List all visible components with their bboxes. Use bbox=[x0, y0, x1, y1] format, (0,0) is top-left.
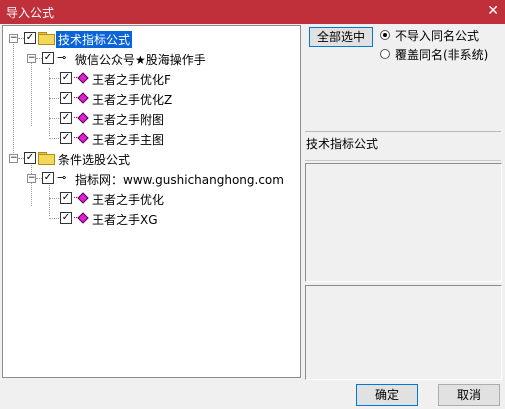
ok-button[interactable]: 确定 bbox=[356, 384, 418, 406]
node-checkbox[interactable]: ✓ bbox=[60, 112, 72, 124]
tree-leaf[interactable]: ✓ 王者之手优化F bbox=[3, 69, 300, 87]
window-title: 导入公式 bbox=[6, 6, 55, 20]
formula-icon bbox=[74, 112, 89, 124]
close-icon[interactable]: ✕ bbox=[487, 3, 499, 19]
node-checkbox[interactable]: ✓ bbox=[60, 92, 72, 104]
node-label[interactable]: 指标网：www.gushichanghong.com bbox=[75, 171, 284, 188]
node-label[interactable]: 王者之手附图 bbox=[92, 111, 164, 128]
node-checkbox[interactable]: ✓ bbox=[60, 192, 72, 204]
key-icon: ⊸ bbox=[57, 171, 67, 184]
formula-tree[interactable]: − ✓ 技术指标公式 − ✓ ⊸ 微信公众号★股海操作手 ✓ 王者之手优化F ✓… bbox=[2, 25, 301, 378]
radio-skip-duplicates[interactable] bbox=[380, 30, 390, 40]
tree-leaf[interactable]: ✓ 王者之手附图 bbox=[3, 109, 300, 127]
collapse-icon[interactable]: − bbox=[27, 54, 36, 63]
node-checkbox[interactable]: ✓ bbox=[24, 152, 36, 164]
radio-label[interactable]: 覆盖同名(非系统) bbox=[395, 46, 488, 63]
collapse-icon[interactable]: − bbox=[9, 34, 18, 43]
folder-icon bbox=[38, 32, 55, 45]
node-label[interactable]: 微信公众号★股海操作手 bbox=[75, 51, 206, 68]
section-header: 技术指标公式 bbox=[305, 131, 501, 161]
node-checkbox[interactable]: ✓ bbox=[60, 72, 72, 84]
formula-description-panel bbox=[305, 163, 502, 282]
formula-icon bbox=[74, 132, 89, 144]
formula-preview-panel bbox=[305, 285, 502, 380]
tree-connector bbox=[49, 78, 59, 79]
folder-icon bbox=[38, 152, 55, 165]
cancel-button[interactable]: 取消 bbox=[438, 384, 500, 406]
node-label[interactable]: 王者之手XG bbox=[92, 211, 158, 228]
formula-icon bbox=[74, 92, 89, 104]
node-checkbox[interactable]: ✓ bbox=[42, 52, 54, 64]
node-label[interactable]: 条件选股公式 bbox=[58, 151, 130, 168]
node-checkbox[interactable]: ✓ bbox=[42, 172, 54, 184]
tree-leaf[interactable]: ✓ 王者之手优化 bbox=[3, 189, 300, 207]
tree-leaf[interactable]: ✓ 王者之手XG bbox=[3, 209, 300, 227]
tree-node-technical[interactable]: − ✓ 技术指标公式 bbox=[3, 29, 300, 48]
node-checkbox[interactable]: ✓ bbox=[24, 32, 36, 44]
radio-label[interactable]: 不导入同名公式 bbox=[395, 27, 479, 44]
collapse-icon[interactable]: − bbox=[9, 154, 18, 163]
select-all-button[interactable]: 全部选中 bbox=[309, 27, 373, 47]
tree-node-screening[interactable]: − ✓ 条件选股公式 bbox=[3, 149, 300, 167]
node-label[interactable]: 王者之手主图 bbox=[92, 131, 164, 148]
tree-connector bbox=[49, 98, 59, 99]
tree-connector bbox=[49, 138, 59, 139]
tree-node-group[interactable]: − ✓ ⊸ 指标网：www.gushichanghong.com bbox=[3, 169, 300, 187]
tree-connector bbox=[49, 218, 59, 219]
tree-leaf[interactable]: ✓ 王者之手优化Z bbox=[3, 89, 300, 107]
tree-connector bbox=[49, 118, 59, 119]
collapse-icon[interactable]: − bbox=[27, 174, 36, 183]
radio-overwrite[interactable] bbox=[380, 49, 390, 59]
node-label[interactable]: 王者之手优化F bbox=[92, 71, 171, 88]
formula-icon bbox=[74, 212, 89, 224]
section-title: 技术指标公式 bbox=[306, 137, 379, 151]
node-checkbox[interactable]: ✓ bbox=[60, 212, 72, 224]
tree-node-group[interactable]: − ✓ ⊸ 微信公众号★股海操作手 bbox=[3, 49, 300, 67]
key-icon: ⊸ bbox=[57, 51, 67, 64]
node-label[interactable]: 王者之手优化 bbox=[92, 191, 164, 208]
formula-icon bbox=[74, 192, 89, 204]
title-bar: 导入公式 ✕ bbox=[0, 0, 505, 24]
tree-connector bbox=[49, 198, 59, 199]
node-label[interactable]: 王者之手优化Z bbox=[92, 91, 172, 108]
node-checkbox[interactable]: ✓ bbox=[60, 132, 72, 144]
node-label[interactable]: 技术指标公式 bbox=[56, 31, 133, 48]
tree-leaf[interactable]: ✓ 王者之手主图 bbox=[3, 129, 300, 147]
formula-icon bbox=[74, 72, 89, 84]
